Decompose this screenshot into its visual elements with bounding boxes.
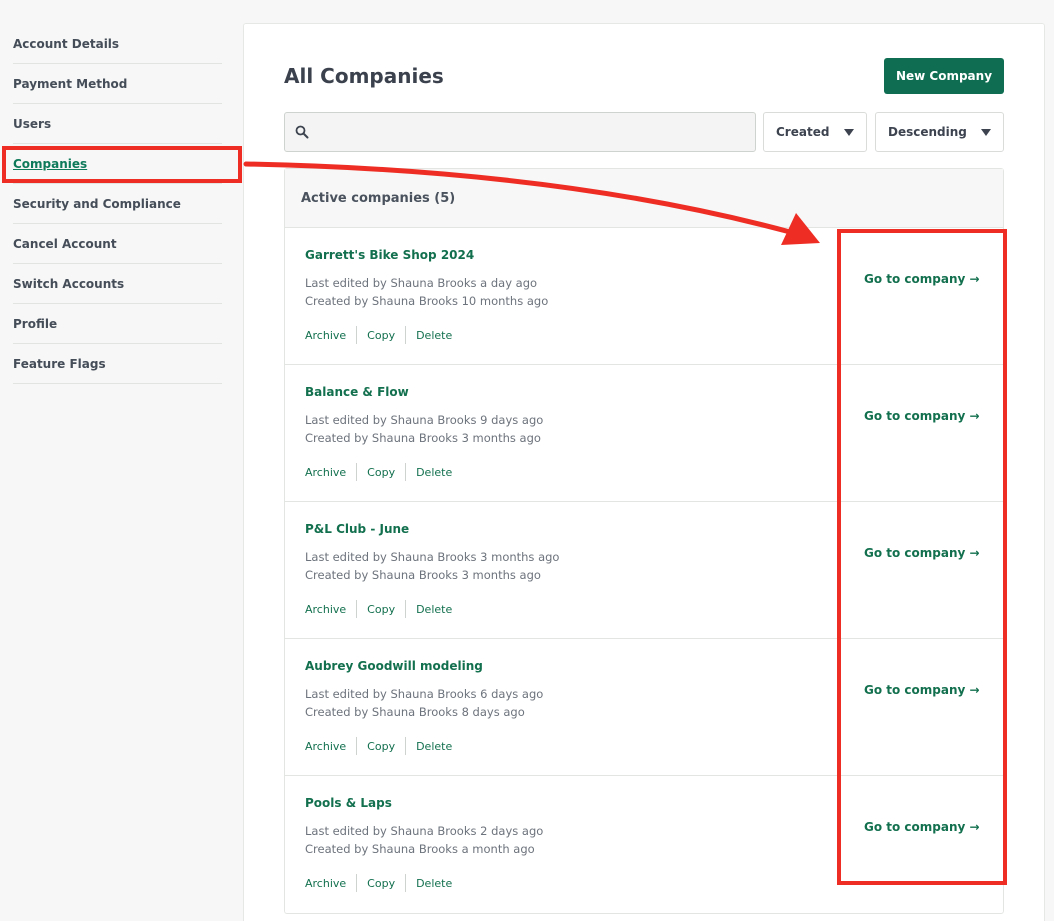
- archive-link[interactable]: Archive: [305, 326, 356, 344]
- caret-down-icon: [844, 129, 854, 136]
- row-actions: Archive Copy Delete: [305, 326, 462, 344]
- sidebar-item-feature-flags[interactable]: Feature Flags: [13, 344, 222, 384]
- sort-field-select[interactable]: Created: [763, 112, 867, 152]
- company-list: Active companies (5) Garrett's Bike Shop…: [284, 168, 1004, 914]
- new-company-button[interactable]: New Company: [884, 58, 1004, 94]
- company-row: Balance & Flow Last edited by Shauna Bro…: [285, 365, 1003, 502]
- created-text: Created by Shauna Brooks 10 months ago: [305, 294, 549, 308]
- sidebar-item-security-and-compliance[interactable]: Security and Compliance: [13, 184, 222, 224]
- copy-link[interactable]: Copy: [356, 463, 405, 481]
- created-text: Created by Shauna Brooks 8 days ago: [305, 705, 525, 719]
- company-name-link[interactable]: Garrett's Bike Shop 2024: [305, 248, 474, 262]
- sidebar-item-cancel-account[interactable]: Cancel Account: [13, 224, 222, 264]
- go-to-company-link[interactable]: Go to company →: [864, 546, 980, 560]
- row-actions: Archive Copy Delete: [305, 874, 462, 892]
- company-name-link[interactable]: Pools & Laps: [305, 796, 392, 810]
- last-edited-text: Last edited by Shauna Brooks 3 months ag…: [305, 550, 560, 564]
- go-to-company-link[interactable]: Go to company →: [864, 820, 980, 834]
- created-text: Created by Shauna Brooks 3 months ago: [305, 568, 541, 582]
- row-actions: Archive Copy Delete: [305, 737, 462, 755]
- sidebar-item-users[interactable]: Users: [13, 104, 222, 144]
- sidebar-item-companies[interactable]: Companies: [13, 144, 222, 184]
- company-row: Garrett's Bike Shop 2024 Last edited by …: [285, 228, 1003, 365]
- company-row: Aubrey Goodwill modeling Last edited by …: [285, 639, 1003, 776]
- go-to-company-link[interactable]: Go to company →: [864, 272, 980, 286]
- search-input[interactable]: [315, 119, 745, 145]
- copy-link[interactable]: Copy: [356, 737, 405, 755]
- copy-link[interactable]: Copy: [356, 326, 405, 344]
- delete-link[interactable]: Delete: [405, 737, 462, 755]
- created-text: Created by Shauna Brooks a month ago: [305, 842, 535, 856]
- archive-link[interactable]: Archive: [305, 737, 356, 755]
- created-text: Created by Shauna Brooks 3 months ago: [305, 431, 541, 445]
- delete-link[interactable]: Delete: [405, 463, 462, 481]
- delete-link[interactable]: Delete: [405, 326, 462, 344]
- sidebar-item-payment-method[interactable]: Payment Method: [13, 64, 222, 104]
- copy-link[interactable]: Copy: [356, 600, 405, 618]
- companies-panel: All Companies New Company Created Descen…: [243, 23, 1045, 921]
- sort-order-value: Descending: [888, 125, 967, 139]
- last-edited-text: Last edited by Shauna Brooks 9 days ago: [305, 413, 544, 427]
- company-row: Pools & Laps Last edited by Shauna Brook…: [285, 776, 1003, 913]
- delete-link[interactable]: Delete: [405, 600, 462, 618]
- page-title: All Companies: [284, 64, 444, 88]
- sort-field-value: Created: [776, 125, 830, 139]
- sort-order-select[interactable]: Descending: [875, 112, 1004, 152]
- sidebar-item-switch-accounts[interactable]: Switch Accounts: [13, 264, 222, 304]
- company-row: P&L Club - June Last edited by Shauna Br…: [285, 502, 1003, 639]
- list-header: Active companies (5): [285, 169, 1003, 228]
- go-to-company-link[interactable]: Go to company →: [864, 683, 980, 697]
- row-actions: Archive Copy Delete: [305, 463, 462, 481]
- row-actions: Archive Copy Delete: [305, 600, 462, 618]
- go-to-company-link[interactable]: Go to company →: [864, 409, 980, 423]
- last-edited-text: Last edited by Shauna Brooks 6 days ago: [305, 687, 544, 701]
- caret-down-icon: [981, 129, 991, 136]
- archive-link[interactable]: Archive: [305, 874, 356, 892]
- company-name-link[interactable]: Aubrey Goodwill modeling: [305, 659, 483, 673]
- sidebar-item-account-details[interactable]: Account Details: [13, 24, 222, 64]
- company-name-link[interactable]: Balance & Flow: [305, 385, 409, 399]
- last-edited-text: Last edited by Shauna Brooks a day ago: [305, 276, 538, 290]
- settings-sidebar: Account Details Payment Method Users Com…: [0, 24, 222, 384]
- copy-link[interactable]: Copy: [356, 874, 405, 892]
- sidebar-item-profile[interactable]: Profile: [13, 304, 222, 344]
- search-box[interactable]: [284, 112, 756, 152]
- last-edited-text: Last edited by Shauna Brooks 2 days ago: [305, 824, 544, 838]
- archive-link[interactable]: Archive: [305, 463, 356, 481]
- search-icon: [295, 125, 309, 139]
- company-name-link[interactable]: P&L Club - June: [305, 522, 409, 536]
- archive-link[interactable]: Archive: [305, 600, 356, 618]
- delete-link[interactable]: Delete: [405, 874, 462, 892]
